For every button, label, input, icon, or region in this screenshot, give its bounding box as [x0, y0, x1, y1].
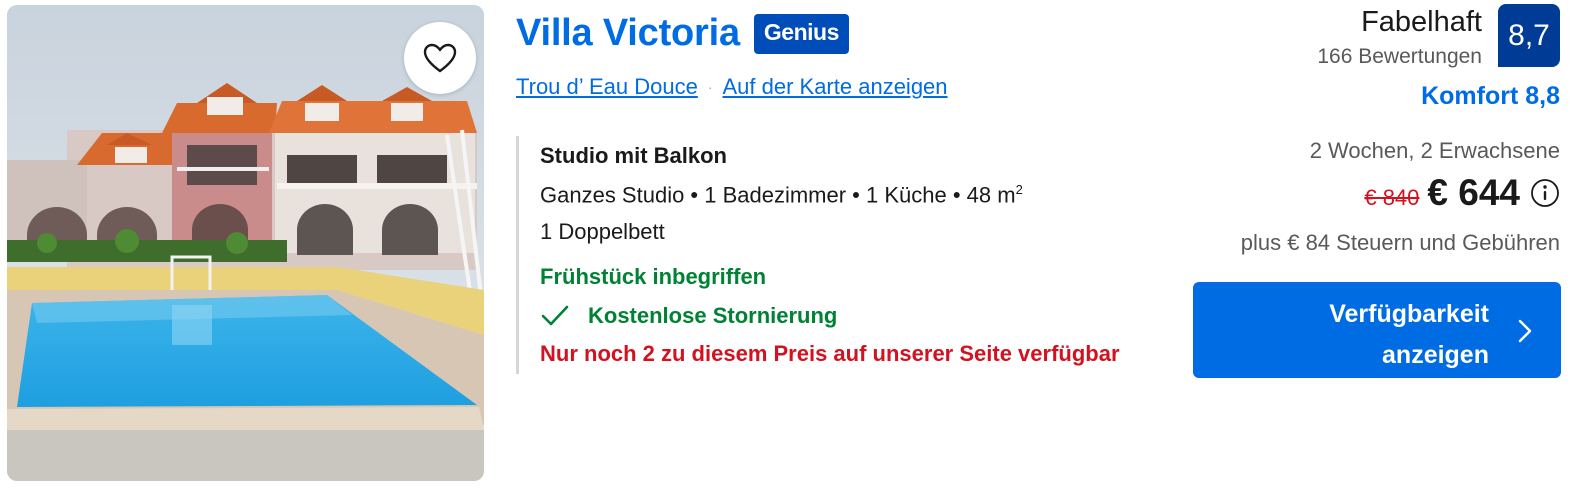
show-on-map-link[interactable]: Auf der Karte anzeigen: [722, 74, 947, 100]
price-row: € 840 € 644: [1364, 172, 1560, 214]
see-availability-label: Verfügbarkeit anzeigen: [1329, 300, 1489, 369]
location-link[interactable]: Trou d’ Eau Douce: [516, 74, 698, 100]
chevron-right-icon: [1518, 319, 1532, 343]
review-label: Fabelhaft: [1361, 6, 1482, 38]
checkmark-icon: [541, 306, 569, 326]
info-icon: [1531, 179, 1559, 207]
free-cancellation: Kostenlose Stornierung: [540, 303, 1176, 329]
scarcity-message: Nur noch 2 zu diesem Preis auf unserer S…: [540, 341, 1120, 367]
original-price: € 840: [1364, 185, 1420, 210]
room-info-text: Ganzes Studio • 1 Badezimmer • 1 Küche •…: [540, 182, 1016, 208]
room-info-unit-sup: 2: [1015, 182, 1023, 197]
heart-icon: [423, 43, 457, 73]
location-separator: ·: [707, 79, 713, 95]
review-count: 166 Bewertungen: [1317, 45, 1482, 68]
location-row: Trou d’ Eau Douce · Auf der Karte anzeig…: [516, 74, 948, 100]
room-bed: 1 Doppelbett: [540, 219, 665, 245]
title-row: Villa Victoria Genius: [516, 12, 849, 55]
breakfast-included: Frühstück inbegriffen: [540, 264, 767, 290]
see-availability-button[interactable]: Verfügbarkeit anzeigen: [1193, 282, 1561, 378]
property-photo[interactable]: [7, 5, 484, 481]
room-details: Studio mit Balkon Ganzes Studio • 1 Bade…: [516, 136, 1176, 374]
room-name: Studio mit Balkon: [540, 143, 727, 168]
free-cancellation-label: Kostenlose Stornierung: [588, 303, 838, 329]
property-title[interactable]: Villa Victoria: [516, 12, 740, 55]
genius-badge: Genius: [753, 13, 849, 54]
favorite-button[interactable]: [404, 22, 476, 94]
taxes-and-fees: plus € 84 Steuern und Gebühren: [1240, 230, 1560, 255]
comfort-score: Komfort 8,8: [1421, 82, 1560, 110]
stay-summary: 2 Wochen, 2 Erwachsene: [1309, 138, 1560, 163]
price-info-button[interactable]: [1530, 178, 1560, 208]
current-price: € 644: [1427, 172, 1520, 213]
review-score-badge[interactable]: 8,7: [1498, 4, 1560, 67]
room-info: Ganzes Studio • 1 Badezimmer • 1 Küche •…: [540, 182, 1176, 208]
